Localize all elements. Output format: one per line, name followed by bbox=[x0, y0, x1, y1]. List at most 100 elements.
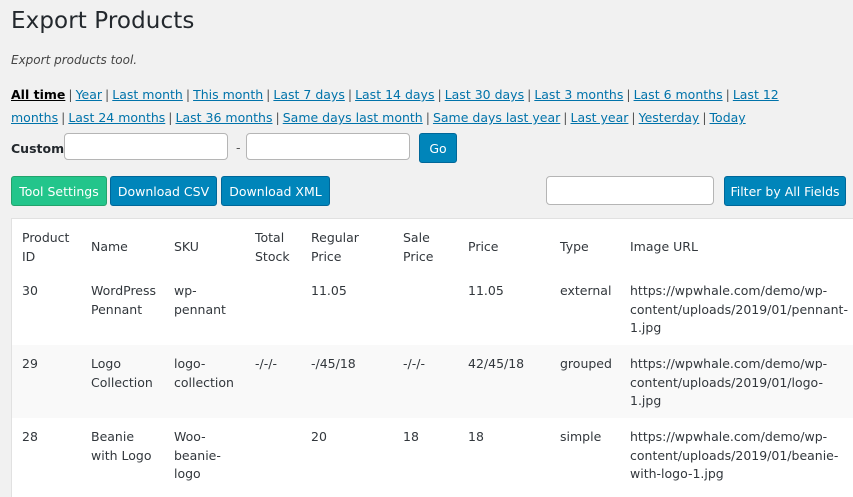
cell-name-line: with Logo bbox=[91, 447, 152, 463]
cell-image: https://wpwhale.com/demo/wp-content/uplo… bbox=[630, 355, 853, 411]
range-link-last-month[interactable]: Last month bbox=[112, 87, 183, 102]
cell-image-line: content/uploads/2019/01/pennant- bbox=[630, 301, 848, 317]
filter-input[interactable] bbox=[546, 176, 714, 205]
cell-price: 18 bbox=[468, 428, 484, 447]
column-header-name: Name bbox=[91, 238, 128, 257]
range-link-last-14-days[interactable]: Last 14 days bbox=[355, 87, 434, 102]
cell-stock: -/-/- bbox=[255, 355, 277, 374]
cell-type-line: external bbox=[560, 283, 612, 298]
cell-name-line: Beanie bbox=[91, 429, 135, 444]
cell-id: 29 bbox=[22, 355, 38, 374]
range-link-last-36-months[interactable]: Last 36 months bbox=[176, 110, 273, 125]
cell-price: 42/45/18 bbox=[468, 355, 524, 374]
cell-image-line: https://wpwhale.com/demo/wp- bbox=[630, 356, 828, 371]
cell-type: external bbox=[560, 282, 611, 301]
range-separator: | bbox=[68, 87, 73, 102]
cell-id: 30 bbox=[22, 282, 38, 301]
cell-regular: 11.05 bbox=[311, 282, 347, 301]
range-link-last-24-months[interactable]: Last 24 months bbox=[68, 110, 165, 125]
cell-image: https://wpwhale.com/demo/wp-content/uplo… bbox=[630, 282, 848, 338]
filter-all-fields-button[interactable]: Filter by All Fields bbox=[724, 176, 846, 206]
column-header-price-line: Price bbox=[468, 239, 499, 255]
range-separator: | bbox=[185, 87, 191, 102]
range-separator: | bbox=[725, 87, 730, 102]
cell-sale: 18 bbox=[403, 428, 419, 447]
range-link-last-7-days[interactable]: Last 7 days bbox=[273, 87, 344, 102]
cell-regular-line: 20 bbox=[311, 429, 327, 444]
cell-sku-line: beanie- bbox=[174, 447, 221, 463]
page-title: Export Products bbox=[11, 8, 195, 34]
column-header-regular-line: Price bbox=[311, 248, 342, 264]
cell-image-line: content/uploads/2019/01/logo-1.jpg bbox=[630, 374, 823, 409]
custom-label: Custom: bbox=[11, 141, 70, 156]
cell-sku-line: collection bbox=[174, 374, 234, 390]
column-header-sale: Sale Price bbox=[403, 229, 434, 266]
cell-sku-line: wp- bbox=[174, 283, 197, 298]
column-header-sku-line: SKU bbox=[174, 239, 199, 255]
column-header-type-line: Type bbox=[560, 239, 589, 255]
range-separator: | bbox=[61, 110, 66, 125]
cell-image-line: content/uploads/2019/01/beanie- bbox=[630, 447, 839, 463]
cell-price-line: 18 bbox=[468, 429, 484, 444]
products-table: Product ID Name SKU Total Stock Regular Price Sa… bbox=[11, 218, 853, 497]
column-header-stock-line: Stock bbox=[255, 248, 290, 264]
cell-price-line: 42/45/18 bbox=[468, 356, 525, 371]
download-xml-button[interactable]: Download XML bbox=[221, 176, 330, 206]
range-separator: | bbox=[437, 87, 442, 102]
cell-price: 11.05 bbox=[468, 282, 504, 301]
range-link-yesterday[interactable]: Yesterday bbox=[639, 110, 700, 125]
custom-separator: - bbox=[236, 140, 241, 155]
tool-settings-button[interactable]: Tool Settings bbox=[11, 176, 107, 206]
range-link-last-30-days[interactable]: Last 30 days bbox=[445, 87, 524, 102]
range-link-last-6-months[interactable]: Last 6 months bbox=[634, 87, 723, 102]
cell-sku-line: pennant bbox=[174, 301, 226, 317]
cell-sale-line: -/-/- bbox=[403, 356, 425, 371]
go-button[interactable]: Go bbox=[419, 133, 457, 163]
cell-stock-line: -/-/- bbox=[255, 356, 277, 371]
range-link-last-year[interactable]: Last year bbox=[571, 110, 629, 125]
custom-from-input[interactable] bbox=[64, 133, 228, 160]
cell-image-line: https://wpwhale.com/demo/wp- bbox=[630, 429, 828, 444]
column-header-price: Price bbox=[468, 238, 499, 257]
range-link-today[interactable]: Today bbox=[710, 110, 746, 125]
cell-regular-line: 11.05 bbox=[311, 283, 347, 298]
cell-name-line: Pennant bbox=[91, 301, 143, 317]
cell-name: Beanie with Logo bbox=[91, 428, 151, 465]
cell-image-line: with-logo-1.jpg bbox=[630, 466, 724, 481]
column-header-stock: Total Stock bbox=[255, 229, 290, 266]
cell-sku: Woo-beanie-logo bbox=[174, 428, 221, 484]
range-link-this-month[interactable]: This month bbox=[193, 87, 263, 102]
cell-sale-line: 18 bbox=[403, 429, 419, 444]
cell-name: Logo Collection bbox=[91, 355, 153, 392]
cell-regular-line: -/45/18 bbox=[311, 356, 356, 371]
cell-sku-line: logo- bbox=[174, 356, 206, 371]
range-separator: | bbox=[168, 110, 173, 125]
cell-id-line: 30 bbox=[22, 283, 38, 298]
cell-sku-line: Woo- bbox=[174, 429, 206, 444]
range-link-same-days-last-year[interactable]: Same days last year bbox=[433, 110, 560, 125]
range-separator: | bbox=[266, 87, 271, 102]
cell-sku: wp-pennant bbox=[174, 282, 226, 319]
range-separator: | bbox=[563, 110, 568, 125]
column-header-image-line: Image URL bbox=[630, 239, 698, 255]
range-separator: | bbox=[626, 87, 631, 102]
cell-regular: 20 bbox=[311, 428, 327, 447]
cell-regular: -/45/18 bbox=[311, 355, 356, 374]
range-link-year[interactable]: Year bbox=[76, 87, 102, 102]
download-csv-button[interactable]: Download CSV bbox=[110, 176, 217, 206]
column-header-name-line: Name bbox=[91, 239, 128, 255]
cell-sku: logo-collection bbox=[174, 355, 234, 392]
column-header-regular: Regular Price bbox=[311, 229, 359, 266]
cell-image-line: https://wpwhale.com/demo/wp- bbox=[630, 283, 828, 298]
range-link-same-days-last-month[interactable]: Same days last month bbox=[283, 110, 423, 125]
cell-type-line: grouped bbox=[560, 356, 612, 371]
range-link-last-3-months[interactable]: Last 3 months bbox=[534, 87, 623, 102]
custom-to-input[interactable] bbox=[246, 133, 410, 160]
date-range-links: All time | Year | Last month | This month | Last… bbox=[11, 83, 853, 129]
cell-id: 28 bbox=[22, 428, 38, 447]
cell-image: https://wpwhale.com/demo/wp-content/uplo… bbox=[630, 428, 838, 484]
range-separator: | bbox=[105, 87, 110, 102]
cell-type: grouped bbox=[560, 355, 612, 374]
range-link-all-time[interactable]: All time bbox=[11, 87, 65, 102]
page-subtitle: Export products tool. bbox=[11, 53, 138, 67]
